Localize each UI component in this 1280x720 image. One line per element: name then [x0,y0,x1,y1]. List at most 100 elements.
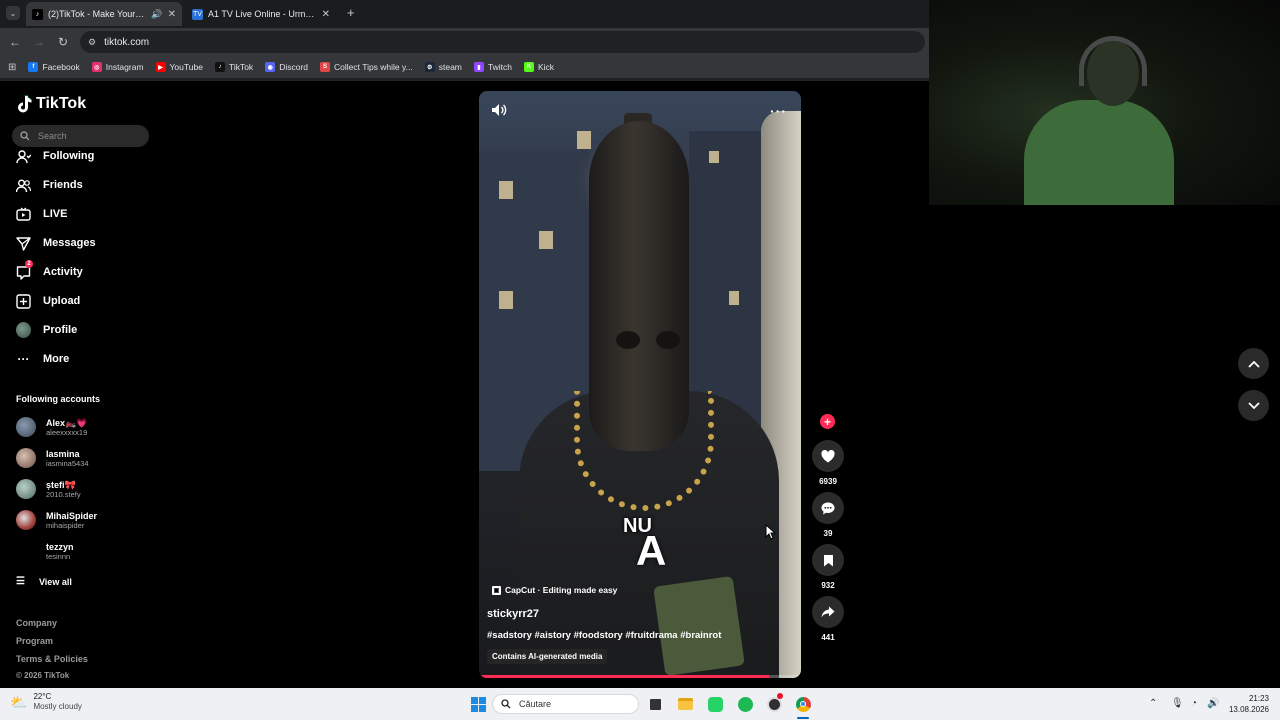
sidebar-item-activity[interactable]: 2 Activity [16,259,83,281]
bookmark-facebook[interactable]: f Facebook [28,62,80,72]
upload-icon [16,293,31,309]
avatar [16,541,36,561]
back-icon[interactable]: ← [6,33,24,51]
search-box[interactable] [12,125,149,147]
previous-video-button[interactable] [1238,348,1269,379]
chrome-icon[interactable] [795,696,811,712]
task-view-icon[interactable] [647,696,663,712]
tab-audio-icon[interactable]: 🔊 [151,9,162,20]
apps-grid-icon[interactable]: ⊞ [8,62,16,73]
save-button[interactable] [812,544,844,576]
video-overlay-text-2: A [636,527,667,574]
ai-generated-label: Contains AI-generated media [487,649,608,664]
taskbar-search[interactable]: Căutare [492,694,639,714]
taskbar-search-placeholder: Căutare [519,699,552,709]
video-hashtags[interactable]: #sadstory #aistory #foodstory #fruitdram… [487,630,721,641]
bookmark-steam[interactable]: ⚙ steam [424,62,462,72]
footer-terms-link[interactable]: Terms & Policies [16,654,88,664]
sidebar-item-profile[interactable]: Profile [16,321,77,339]
comment-action[interactable]: 39 [812,492,844,538]
bookmark-instagram[interactable]: ◎ Instagram [91,62,144,72]
account-handle: 2010.stefy [46,489,81,499]
account-name: MihaiSpider [46,510,98,521]
spotify-icon[interactable] [737,696,753,712]
tab-tiktok[interactable]: ♪ (2)TikTok - Make Your Day 🔊 ✕ [26,2,182,26]
share-button[interactable] [812,596,844,628]
sidebar-item-upload[interactable]: Upload [16,292,80,310]
tab-close-icon[interactable]: ✕ [168,9,176,20]
account-item[interactable]: Alex🏍️💗 aleexxxxx19 [16,417,87,437]
account-item[interactable]: tezzyn tesinnn [16,541,74,561]
sidebar-item-messages[interactable]: Messages [16,234,96,252]
tiktok-logo[interactable]: TikTok [16,95,86,113]
share-icon [821,606,835,618]
bookmark-twitch[interactable]: ▮ Twitch [473,62,512,72]
bookmark-tiktok[interactable]: ♪ TikTok [214,62,253,72]
save-action[interactable]: 932 [812,544,844,590]
search-input[interactable] [38,131,138,141]
video-author[interactable]: stickyrr27 [487,608,539,620]
like-action[interactable]: 6939 [812,440,844,486]
activity-icon: 2 [16,259,33,280]
weather-widget[interactable]: ⛅ 22°C Mostly cloudy [10,692,82,712]
account-item[interactable]: MihaiSpider mihaispider [16,510,97,530]
share-action[interactable]: 441 [812,596,844,642]
bookmark-youtube[interactable]: ▶ YouTube [155,62,203,72]
reload-icon[interactable]: ↻ [54,33,72,51]
view-all-link[interactable]: ☰ View all [16,576,72,587]
tab-a1tv[interactable]: TV A1 TV Live Online - Urmareste ✕ [186,2,336,26]
tiktok-note-icon [18,95,32,113]
video-progress-bar[interactable] [479,675,801,678]
follow-button[interactable]: + [820,414,835,429]
bookmark-label: Twitch [487,62,512,72]
more-icon: ··· [17,352,30,366]
bookmark-icon [823,554,833,566]
file-explorer-icon[interactable] [677,696,693,712]
volume-icon[interactable]: 🔊 [1207,698,1219,709]
new-tab-icon[interactable]: + [347,6,355,20]
bookmark-kick[interactable]: K Kick [523,62,554,72]
capcut-badge[interactable]: ▣ CapCut · Editing made easy [492,585,617,595]
comment-count: 39 [823,529,833,538]
tab-title: A1 TV Live Online - Urmareste [208,9,317,19]
footer-company-link[interactable]: Company [16,618,57,628]
character-eye [656,331,680,349]
site-settings-icon[interactable]: ⚙ [88,37,96,48]
like-button[interactable] [812,440,844,472]
system-clock[interactable]: 21:23 13.08.2026 [1225,693,1269,715]
video-player[interactable]: NU A ··· ▣ CapCut · Editing made easy st… [479,91,801,678]
lit-window [499,291,513,309]
sidebar-item-following[interactable]: Following [16,147,94,165]
tab-list-dropdown[interactable]: ⌄ [6,6,20,20]
account-item[interactable]: Iasmina iasmina5434 [16,448,89,468]
save-count: 932 [821,581,835,590]
forward-icon[interactable]: → [30,33,48,51]
bookmark-collect-tips-while-y[interactable]: S Collect Tips while y... [320,62,413,72]
obs-icon[interactable] [766,693,783,712]
tab-close-icon[interactable]: ✕ [322,9,330,20]
address-bar[interactable]: ⚙ tiktok.com [80,31,925,53]
footer-program-link[interactable]: Program [16,636,53,646]
heart-icon [821,449,835,462]
microphone-icon[interactable]: 🎙 [1171,698,1184,709]
avatar [16,448,36,468]
chevron-up-icon [1247,360,1260,368]
wifi-icon[interactable]: ◔ [1191,698,1197,709]
volume-icon[interactable] [491,103,507,122]
comment-button[interactable] [812,492,844,524]
next-video-button[interactable] [1238,390,1269,421]
more-options-icon[interactable]: ··· [770,103,787,119]
a1tv-favicon-icon: TV [192,8,203,20]
sidebar-item-friends[interactable]: Friends [16,176,83,194]
search-icon [20,131,30,141]
activity-badge: 2 [25,259,33,268]
friends-icon [16,178,31,193]
windows-start-icon[interactable] [470,696,486,712]
bookmark-discord[interactable]: ◉ Discord [265,62,308,72]
sidebar-item-live[interactable]: LIVE [16,205,67,223]
whatsapp-icon[interactable] [707,696,723,712]
sidebar-item-more[interactable]: ··· More [16,350,70,368]
show-hidden-icons[interactable]: ⌃ [1149,698,1157,709]
account-item[interactable]: ștefi🎀 2010.stefy [16,479,81,499]
nav-label: Messages [43,237,96,249]
